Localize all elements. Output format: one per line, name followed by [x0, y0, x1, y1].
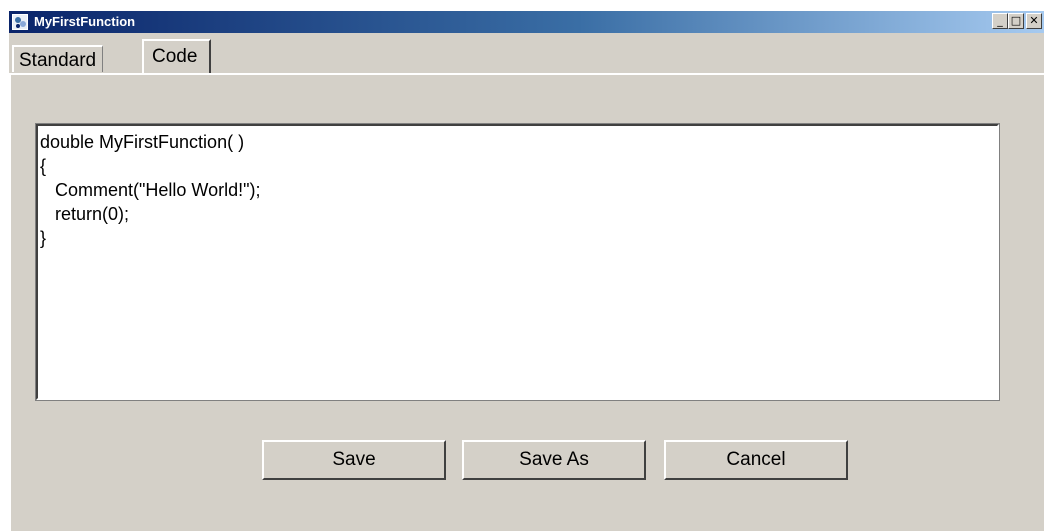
save-as-button[interactable]: Save As	[462, 440, 646, 480]
maximize-icon[interactable]: □	[1008, 13, 1024, 29]
tab-panel-left-edge	[9, 73, 11, 531]
app-icon[interactable]	[12, 14, 28, 30]
window-title: MyFirstFunction	[34, 14, 136, 29]
code-editor[interactable]: double MyFirstFunction( ) { Comment("Hel…	[35, 123, 1000, 401]
cancel-button[interactable]: Cancel	[664, 440, 848, 480]
tab-panel-border	[9, 73, 1044, 75]
title-bar[interactable]: MyFirstFunction _ □ ✕	[9, 11, 1044, 33]
close-icon[interactable]: ✕	[1026, 13, 1042, 29]
dialog-window: MyFirstFunction _ □ ✕ Standard Code doub…	[9, 11, 1044, 531]
tab-standard[interactable]: Standard	[12, 45, 104, 72]
minimize-icon[interactable]: _	[992, 13, 1008, 29]
tab-code[interactable]: Code	[142, 39, 212, 73]
save-button[interactable]: Save	[262, 440, 446, 480]
